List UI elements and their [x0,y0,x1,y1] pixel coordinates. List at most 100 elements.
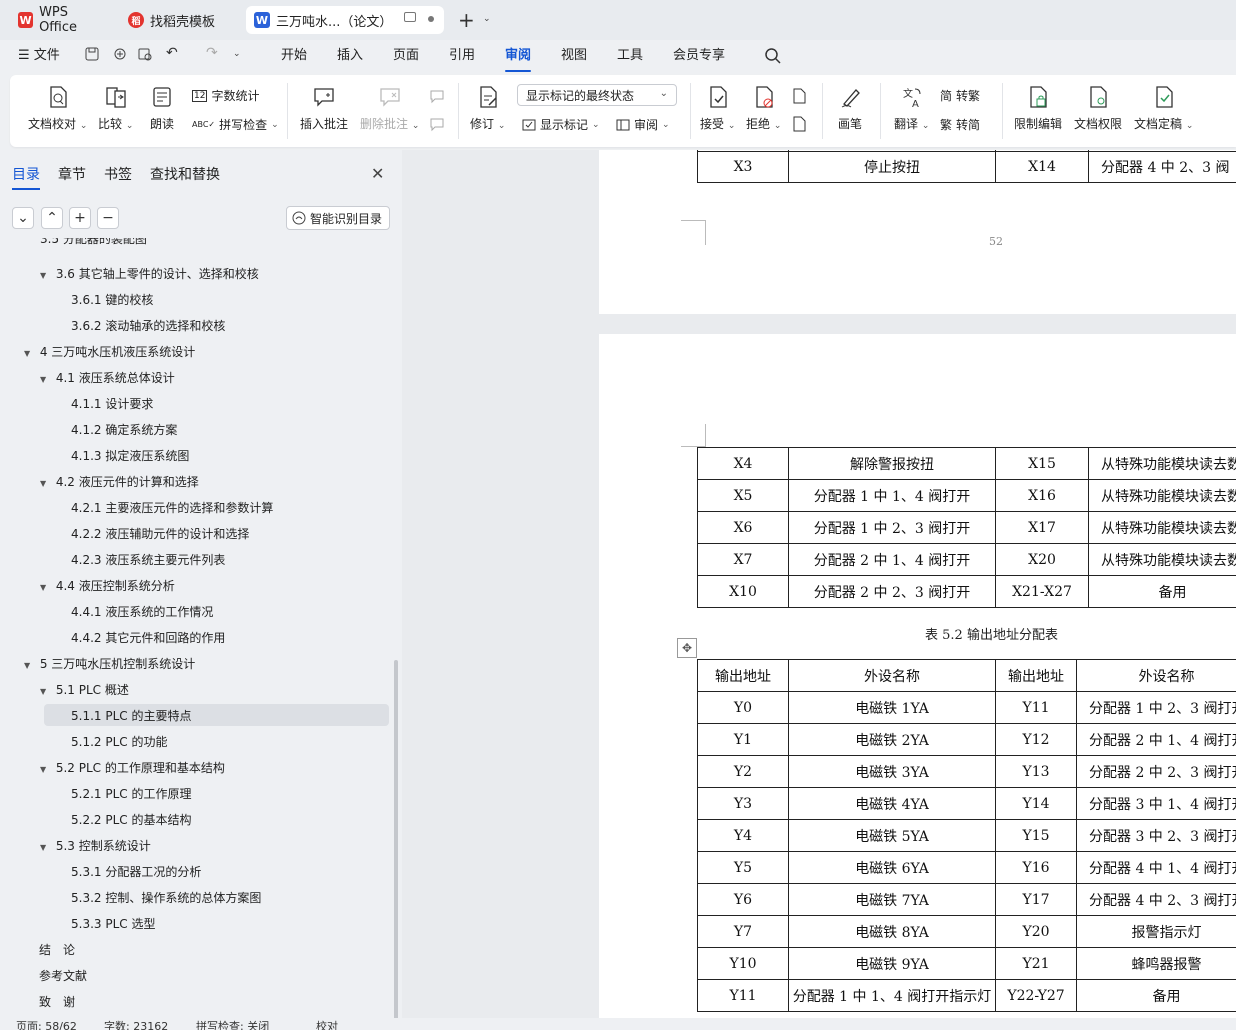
pen-button[interactable]: 画笔 [838,85,862,132]
accept-button[interactable]: 接受 ⌄ [700,85,735,132]
next-change-icon[interactable] [790,115,808,133]
track-changes-button[interactable]: 修订 ⌄ [470,85,505,132]
menu-home[interactable]: 开始 [281,46,307,66]
spell-check-status[interactable]: 拼写检查: 关闭 [196,1018,269,1030]
toc-item[interactable]: 3.5 分配器的装配图 [40,238,147,248]
sidebar-scrollbar[interactable] [394,660,398,1020]
toc-item[interactable]: ▼ 4.2 液压元件的计算和选择 [40,472,199,492]
read-aloud-button[interactable]: 朗读 [150,85,174,132]
toc-item[interactable]: 4.1.1 设计要求 [71,394,153,414]
monitor-icon[interactable] [404,12,416,22]
collapse-chevron-icon[interactable]: ⌄ [12,207,34,229]
toc-item[interactable]: ▼ 5.1 PLC 概述 [40,680,129,700]
expand-triangle-icon[interactable]: ▼ [24,344,36,364]
table-move-handle-icon[interactable]: ✥ [677,638,697,658]
page-indicator[interactable]: 页面: 58/62 [16,1018,77,1030]
new-tab-button[interactable]: + [458,8,475,32]
delete-comment-button[interactable]: 删除批注 ⌄ [360,85,419,132]
toc-item[interactable]: 3.6.1 键的校核 [71,290,153,310]
file-menu[interactable]: ☰ 文件 [18,46,60,66]
toc-item[interactable]: 5.3.1 分配器工况的分析 [71,862,201,882]
show-markup-button[interactable]: 显示标记 ⌄ [522,116,600,133]
toc-item[interactable]: 结 论 [39,940,75,960]
toc-item[interactable]: ▼ 4.4 液压控制系统分析 [40,576,175,596]
toc-item[interactable]: ▼ 4 三万吨水压机液压系统设计 [24,342,195,362]
finalize-button[interactable]: 文档定稿 ⌄ [1134,85,1193,132]
toc-item[interactable]: 4.4.2 其它元件和回路的作用 [71,628,225,648]
translate-button[interactable]: 文A 翻译 ⌄ [894,85,929,132]
toc-item[interactable]: 4.4.1 液压系统的工作情况 [71,602,213,622]
close-icon[interactable]: ✕ [371,164,384,183]
insert-comment-button[interactable]: 插入批注 [300,85,348,132]
redo-icon[interactable]: ↷ [206,45,218,61]
expand-triangle-icon[interactable]: ▼ [40,578,52,598]
toc-item[interactable]: 致 谢 [39,992,75,1012]
toc-item[interactable]: 5.2.1 PLC 的工作原理 [71,784,191,804]
to-simplified-button[interactable]: 繁 转简 [940,116,980,133]
toc-item[interactable]: ▼ 3.6 其它轴上零件的设计、选择和校核 [40,264,259,284]
doc-check-button[interactable]: 文档校对 ⌄ [28,85,87,132]
expand-triangle-icon[interactable]: ▼ [40,682,52,702]
tab-list-chevron-icon[interactable]: ⌄ [483,14,491,24]
tab-bookmarks[interactable]: 书签 [104,164,132,184]
menu-tools[interactable]: 工具 [617,46,643,66]
word-count-indicator[interactable]: 字数: 23162 [104,1018,168,1030]
expand-triangle-icon[interactable]: ▼ [40,760,52,780]
toc-item[interactable]: 4.1.3 拟定液压系统图 [71,446,189,466]
save-icon[interactable] [84,46,100,62]
toc-item[interactable]: 3.6.2 滚动轴承的选择和校核 [71,316,225,336]
reject-button[interactable]: 拒绝 ⌄ [746,85,781,132]
search-icon[interactable] [764,47,782,65]
undo-icon[interactable]: ↶ [166,45,178,61]
menu-page[interactable]: 页面 [393,46,419,66]
smart-toc-button[interactable]: 智能识别目录 [286,206,390,230]
toc-item[interactable]: ▼ 5 三万吨水压机控制系统设计 [24,654,195,674]
toc-item[interactable]: 5.2.2 PLC 的基本结构 [71,810,191,830]
word-count-button[interactable]: 12 字数统计 [192,87,259,104]
review-pane-button[interactable]: 审阅 ⌄ [616,116,670,133]
toc-item[interactable]: ▼ 4.1 液压系统总体设计 [40,368,175,388]
quick-access-chevron-icon[interactable]: ⌄ [233,49,241,59]
expand-triangle-icon[interactable]: ▼ [24,656,36,676]
toc-item[interactable]: 5.3.2 控制、操作系统的总体方案图 [71,888,261,908]
previous-comment-icon[interactable] [428,87,446,105]
tab-sections[interactable]: 章节 [58,164,86,184]
toc-item[interactable]: 4.2.3 液压系统主要元件列表 [71,550,225,570]
compare-button[interactable]: 比较 ⌄ [98,85,133,132]
to-traditional-button[interactable]: 简 转繁 [940,87,980,104]
expand-triangle-icon[interactable]: ▼ [40,838,52,858]
expand-triangle-icon[interactable]: ▼ [40,370,52,390]
doc-permission-button[interactable]: 文档权限 [1074,85,1122,132]
toc-item[interactable]: 4.1.2 确定系统方案 [71,420,177,440]
restrict-edit-button[interactable]: 限制编辑 [1014,85,1062,132]
tab-find-replace[interactable]: 查找和替换 [150,164,220,184]
menu-review[interactable]: 审阅 [505,46,532,72]
menu-references[interactable]: 引用 [449,46,475,66]
add-heading-icon[interactable]: + [69,207,91,229]
toc-item[interactable]: 5.1.1 PLC 的主要特点 [71,706,191,726]
previous-change-icon[interactable] [790,87,808,105]
tab-docer-templates[interactable]: 稻 找稻壳模板 [120,6,242,34]
expand-triangle-icon[interactable]: ▼ [40,266,52,286]
toc-item[interactable]: ▼ 5.2 PLC 的工作原理和基本结构 [40,758,225,778]
remove-heading-icon[interactable]: − [97,207,119,229]
menu-view[interactable]: 视图 [561,46,587,66]
menu-membership[interactable]: 会员专享 [673,46,725,66]
markup-state-select[interactable]: 显示标记的最终状态 ⌄ [517,84,677,106]
toc-item[interactable]: 4.2.2 液压辅助元件的设计和选择 [71,524,249,544]
print-preview-icon[interactable] [137,46,153,62]
tab-toc[interactable]: 目录 [12,164,40,190]
toc-item[interactable]: 5.3.3 PLC 选型 [71,914,155,934]
menu-insert[interactable]: 插入 [337,46,363,66]
tab-current-document[interactable]: W 三万吨水...（论文） [246,6,444,34]
proofread-status[interactable]: 校对 [316,1018,338,1030]
spell-check-button[interactable]: ABC✓ 拼写检查 ⌄ [192,116,279,133]
toc-item[interactable]: 4.2.1 主要液压元件的选择和参数计算 [71,498,273,518]
toc-item[interactable]: 参考文献 [39,966,87,986]
export-icon[interactable] [112,46,128,62]
next-comment-icon[interactable] [428,115,446,133]
expand-triangle-icon[interactable]: ▼ [40,474,52,494]
expand-chevron-icon[interactable]: ⌃ [41,207,63,229]
toc-item[interactable]: ▼ 5.3 控制系统设计 [40,836,151,856]
toc-item[interactable]: 5.1.2 PLC 的功能 [71,732,167,752]
